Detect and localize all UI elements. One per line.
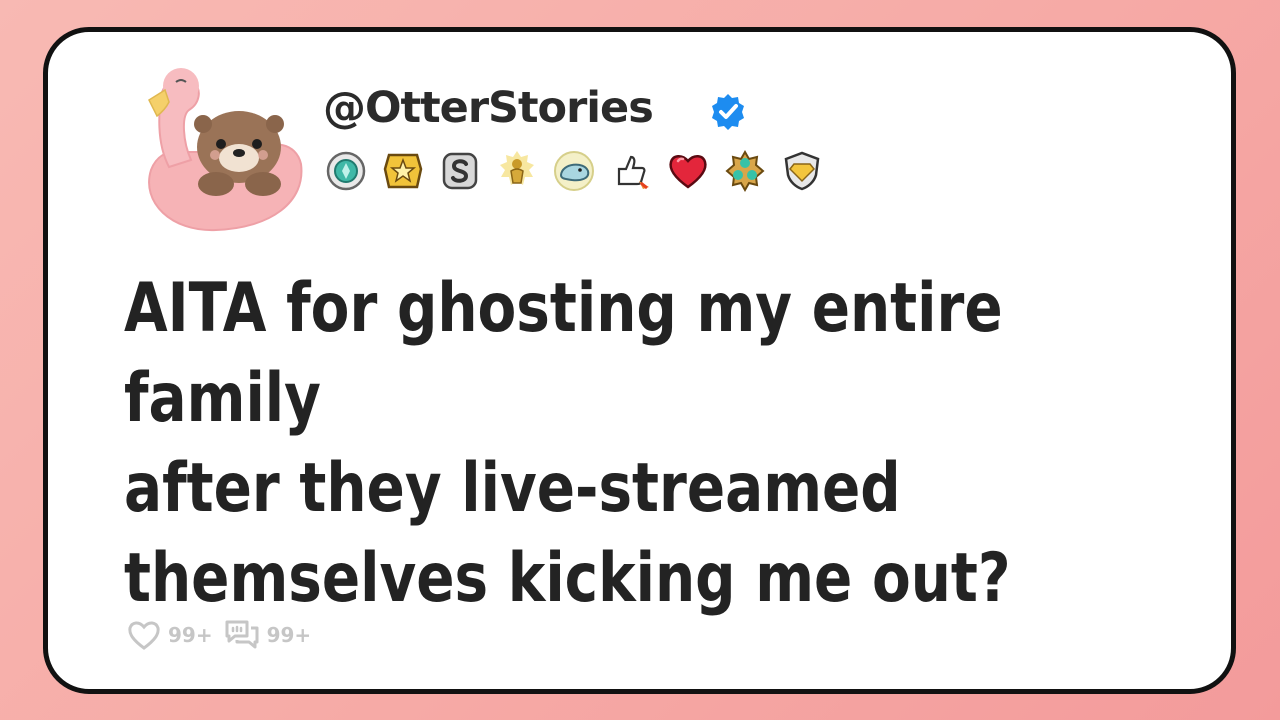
- gold-trophy-icon[interactable]: [495, 149, 539, 193]
- comment-bubble-icon: [225, 620, 259, 649]
- gold-star-icon[interactable]: [381, 149, 425, 193]
- like-button[interactable]: 99+: [126, 619, 213, 651]
- heart-outline-icon: [128, 621, 160, 650]
- post-card: @OtterStories AITA for ghosting my entir…: [43, 27, 1236, 694]
- seal-icon[interactable]: [552, 149, 596, 193]
- silver-s-icon[interactable]: [438, 149, 482, 193]
- otter-flamingo-avatar-icon: [148, 68, 303, 232]
- triple-gem-icon[interactable]: [723, 149, 767, 193]
- gold-shield-icon[interactable]: [780, 149, 824, 193]
- avatar[interactable]: [121, 52, 311, 237]
- username[interactable]: @OtterStories: [323, 87, 654, 130]
- verified-check-icon: [708, 92, 748, 132]
- comment-button[interactable]: 99+: [223, 618, 312, 652]
- heart-icon[interactable]: [666, 149, 710, 193]
- post-stats: 99+ 99+: [126, 615, 311, 655]
- post-title: AITA for ghosting my entire family after…: [124, 269, 1011, 618]
- like-count: 99+: [168, 623, 213, 647]
- comment-count: 99+: [266, 623, 312, 647]
- thumbs-up-rocket-icon[interactable]: [609, 149, 653, 193]
- diamond-medal-icon[interactable]: [324, 149, 368, 193]
